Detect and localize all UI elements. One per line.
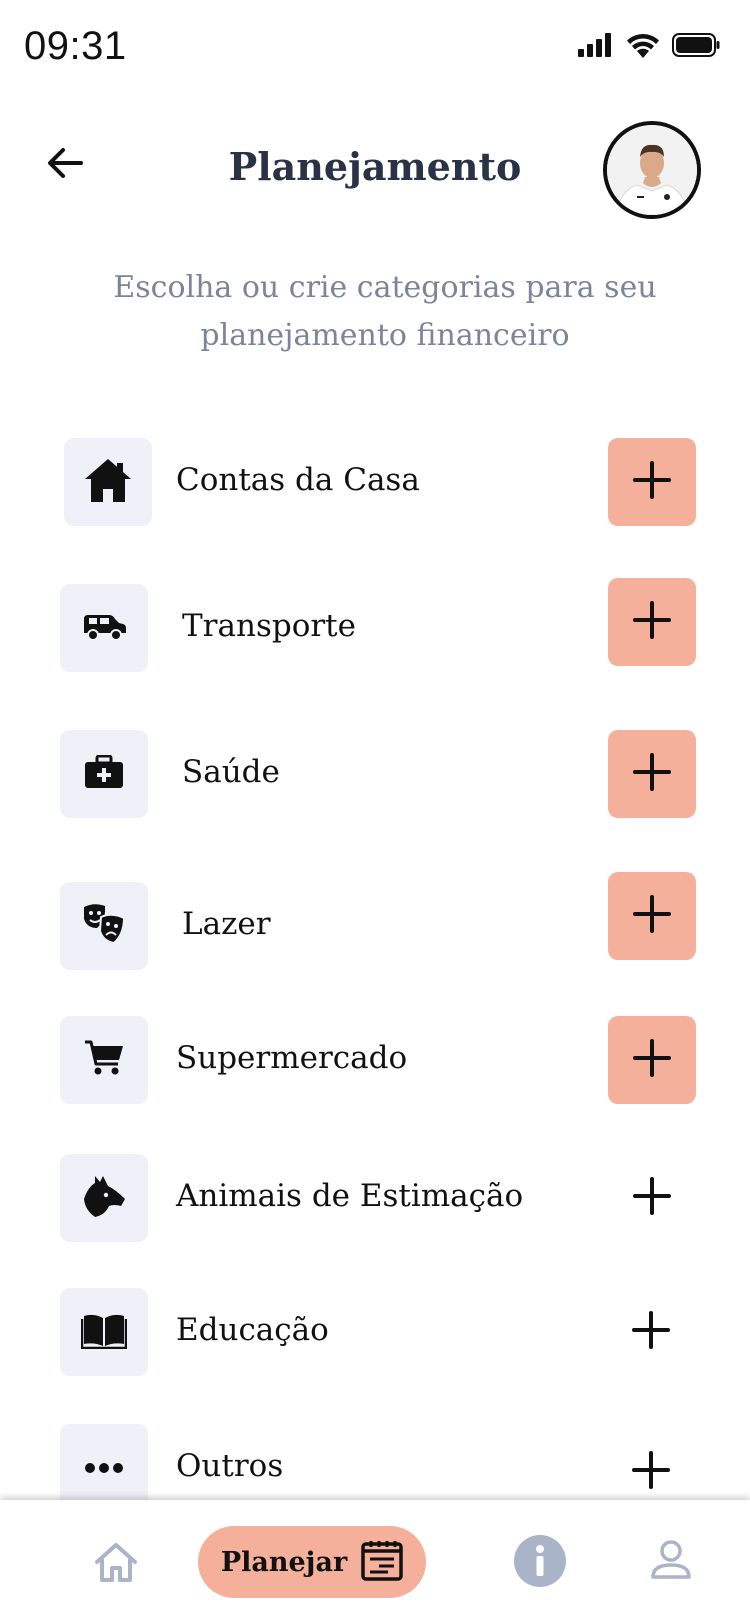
plus-icon (632, 460, 672, 504)
category-icon-box (60, 1016, 148, 1104)
status-icons (578, 32, 720, 62)
theater-masks-icon (81, 901, 127, 951)
plus-icon (631, 1310, 671, 1354)
category-row-educacao[interactable]: Educação (0, 1288, 750, 1378)
category-icon-box (60, 882, 148, 970)
user-icon (650, 1540, 692, 1584)
status-bar: 09:31 (0, 0, 750, 96)
plus-icon (632, 894, 672, 938)
avatar[interactable] (603, 121, 701, 219)
add-category-button[interactable] (607, 1288, 695, 1376)
plus-icon (632, 1038, 672, 1082)
nav-profile[interactable] (648, 1534, 694, 1590)
add-category-button[interactable] (608, 1154, 696, 1242)
bottom-nav: Planejar (0, 1500, 750, 1624)
add-category-button[interactable] (608, 872, 696, 960)
plus-icon (632, 1176, 672, 1220)
category-row-saude[interactable]: Saúde (0, 730, 750, 820)
category-icon-box (60, 1288, 148, 1376)
page-subtitle: Escolha ou crie categorias para seu plan… (60, 264, 710, 360)
category-icon-box (64, 438, 152, 526)
category-row-contas-da-casa[interactable]: Contas da Casa (0, 438, 750, 528)
category-label: Saúde (182, 754, 280, 790)
nav-planejar-label: Planejar (220, 1546, 348, 1578)
category-row-supermercado[interactable]: Supermercado (0, 1016, 750, 1106)
category-label: Outros (176, 1448, 284, 1484)
plus-icon (632, 600, 672, 644)
subtitle-line-1: Escolha ou crie categorias para seu (113, 270, 657, 305)
home-icon (93, 1541, 139, 1587)
nav-home[interactable] (88, 1536, 144, 1592)
category-row-lazer[interactable]: Lazer (0, 872, 750, 972)
nav-planejar[interactable]: Planejar (198, 1526, 426, 1598)
category-label: Lazer (182, 906, 271, 942)
book-icon (80, 1311, 128, 1353)
planner-icon (361, 1539, 403, 1585)
subtitle-line-2: planejamento financeiro (200, 318, 570, 353)
add-category-button[interactable] (608, 730, 696, 818)
medical-kit-icon (84, 754, 124, 793)
car-icon (81, 611, 127, 645)
category-icon-box (60, 584, 148, 672)
nav-info[interactable] (513, 1534, 567, 1592)
status-time: 09:31 (24, 24, 127, 68)
add-category-button[interactable] (608, 578, 696, 666)
add-category-button[interactable] (608, 438, 696, 526)
info-icon (513, 1534, 567, 1592)
category-label: Contas da Casa (176, 462, 420, 498)
add-category-button[interactable] (608, 1016, 696, 1104)
category-row-transporte[interactable]: Transporte (0, 578, 750, 674)
category-icon-box (60, 1424, 148, 1512)
category-icon-box (60, 1154, 148, 1242)
category-label: Supermercado (176, 1040, 408, 1076)
signal-icon (578, 33, 614, 61)
category-label: Animais de Estimação (176, 1178, 524, 1214)
category-row-animais-de-estimacao[interactable]: Animais de Estimação (0, 1154, 750, 1244)
battery-icon (672, 33, 720, 61)
category-icon-box (60, 730, 148, 818)
house-icon (83, 457, 133, 507)
category-label: Educação (176, 1312, 329, 1348)
plus-icon (632, 752, 672, 796)
category-label: Transporte (182, 608, 356, 644)
dog-icon (81, 1173, 127, 1223)
shopping-cart-icon (84, 1040, 124, 1080)
wifi-icon (626, 32, 660, 62)
more-dots-icon (84, 1459, 124, 1478)
plus-icon (631, 1450, 671, 1494)
